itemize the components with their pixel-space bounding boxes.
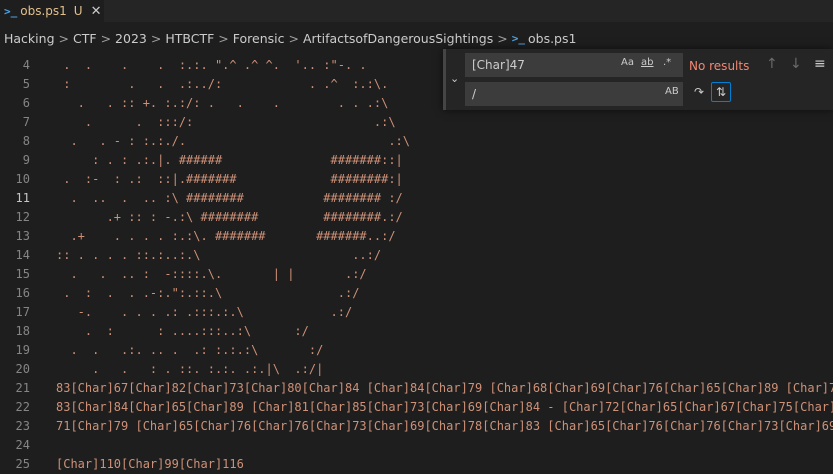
line-number: 23 bbox=[15, 419, 30, 433]
line-text: . : . . .-:.":.::.\ .:/ bbox=[56, 286, 360, 300]
tab-status-badge: U bbox=[73, 4, 83, 18]
code-line[interactable]: 22 83[Char]84[Char]65[Char]89 [Char]81[Ch… bbox=[0, 398, 833, 417]
chevron-right-icon: > bbox=[497, 30, 508, 46]
line-number: 25 bbox=[15, 457, 30, 471]
line-number: 18 bbox=[15, 324, 30, 338]
line-text: :: . . . . ::.:..:.\ ..:/ bbox=[56, 248, 382, 262]
line-number: 16 bbox=[15, 286, 30, 300]
powershell-file-icon: >_ bbox=[4, 4, 18, 18]
whole-word-button[interactable]: ab bbox=[641, 57, 653, 68]
code-line[interactable]: 15 . . .. : -::::.\. | | .:/ bbox=[0, 265, 833, 284]
line-text: : . . .:../: . .^ :.:\. bbox=[56, 77, 389, 91]
code-line[interactable]: 12 .+ :: : -.:\ ######## ########.:/ bbox=[0, 208, 833, 227]
line-text: 71[Char]79 [Char]65[Char]76[Char]76[Char… bbox=[56, 419, 833, 433]
line-text: . . : . ::. :.:. .:.|\ .:/| bbox=[56, 362, 324, 376]
code-line[interactable]: 23 71[Char]79 [Char]65[Char]76[Char]76[Ch… bbox=[0, 417, 833, 436]
line-text: . . . . :.:. ".^ .^ ^. '.. :"-. . bbox=[56, 58, 367, 72]
line-text: . .. . .. :\ ######## ######## :/ bbox=[56, 191, 403, 205]
line-number: 9 bbox=[22, 153, 30, 167]
line-number: 15 bbox=[15, 267, 30, 281]
line-number: 21 bbox=[15, 381, 30, 395]
line-text: . . :: +. :.:/: . . . . . .:\ bbox=[56, 96, 389, 110]
line-number: 6 bbox=[22, 96, 30, 110]
line-number: 19 bbox=[15, 343, 30, 357]
line-text: [Char]110[Char]99[Char]116 bbox=[56, 457, 244, 471]
replace-input[interactable]: / AB bbox=[465, 82, 683, 106]
replace-icon[interactable]: ↷ bbox=[689, 82, 709, 102]
code-line[interactable]: 8 . . - : :.:./. .:\ bbox=[0, 132, 833, 151]
arrow-down-icon[interactable]: ↓ bbox=[790, 56, 802, 72]
replace-all-icon[interactable]: ⇅ bbox=[711, 82, 731, 102]
code-line[interactable]: 19 . . .:. .. . .: :.:.:\ :/ bbox=[0, 341, 833, 360]
code-line[interactable]: 21 83[Char]67[Char]82[Char]73[Char]80[Cha… bbox=[0, 379, 833, 398]
code-line[interactable]: 7 . . :::/: .:\ bbox=[0, 113, 833, 132]
breadcrumb-item-file[interactable]: obs.ps1 bbox=[528, 31, 576, 46]
line-text: .+ . . . . :.:\. ####### #######..:/ bbox=[56, 229, 396, 243]
match-case-button[interactable]: Aa bbox=[621, 57, 634, 68]
preserve-case-button[interactable]: AB bbox=[665, 86, 679, 97]
find-replace-widget: ⌄ [Char]47 Aa ab .* No results ↑ ↓ ≡ / A… bbox=[443, 49, 833, 110]
breadcrumb-item-2023[interactable]: 2023 bbox=[115, 31, 147, 46]
line-number: 22 bbox=[15, 400, 30, 414]
chevron-right-icon: > bbox=[288, 30, 299, 46]
line-text: . . - : :.:./. .:\ bbox=[56, 134, 411, 148]
close-icon[interactable]: ✕ bbox=[91, 4, 102, 19]
line-number: 4 bbox=[22, 58, 30, 72]
code-line[interactable]: 14:: . . . . ::.:..:.\ ..:/ bbox=[0, 246, 833, 265]
line-text: . . :::/: .:\ bbox=[56, 115, 396, 129]
code-line[interactable]: 10 . :- : .: ::|.####### ########:| bbox=[0, 170, 833, 189]
chevron-right-icon: > bbox=[100, 30, 112, 46]
line-number: 20 bbox=[15, 362, 30, 376]
breadcrumb-item-ctf[interactable]: CTF bbox=[73, 31, 97, 46]
breadcrumb-item-artifacts[interactable]: ArtifactsofDangerousSightings bbox=[303, 31, 493, 46]
code-line[interactable]: 13 .+ . . . . :.:\. ####### #######..:/ bbox=[0, 227, 833, 246]
breadcrumb: Hacking > CTF > 2023 > HTBCTF > Forensic… bbox=[0, 28, 833, 48]
code-line[interactable]: 17 -. . . . .: .:::.:.\ .:/ bbox=[0, 303, 833, 322]
code-line[interactable]: 24 bbox=[0, 436, 833, 455]
no-results-text: No results bbox=[689, 59, 750, 73]
line-text: . :- : .: ::|.####### ########:| bbox=[56, 172, 403, 186]
code-line[interactable]: 18 . : : ....:::..:\ :/ bbox=[0, 322, 833, 341]
code-line[interactable]: 20 . . : . ::. :.:. .:.|\ .:/| bbox=[0, 360, 833, 379]
line-number: 12 bbox=[15, 210, 30, 224]
powershell-file-icon: >_ bbox=[511, 31, 525, 45]
line-number: 7 bbox=[22, 115, 30, 129]
regex-button[interactable]: .* bbox=[663, 57, 671, 68]
tab-bar: >_ obs.ps1 U ✕ bbox=[0, 0, 833, 22]
find-input-value: [Char]47 bbox=[472, 58, 525, 72]
replace-input-value: / bbox=[472, 87, 477, 101]
line-text: . . .:. .. . .: :.:.:\ :/ bbox=[56, 343, 324, 357]
chevron-right-icon: > bbox=[218, 30, 229, 46]
line-number: 13 bbox=[15, 229, 30, 243]
line-number: 8 bbox=[22, 134, 30, 148]
code-line[interactable]: 16 . : . . .-:.":.::.\ .:/ bbox=[0, 284, 833, 303]
tab-label: obs.ps1 bbox=[20, 4, 67, 18]
line-text: .+ :: : -.:\ ######## ########.:/ bbox=[56, 210, 403, 224]
line-number: 5 bbox=[22, 77, 30, 91]
code-line[interactable]: 9 : . : .:.|. ###### #######::| bbox=[0, 151, 833, 170]
arrow-up-icon[interactable]: ↑ bbox=[766, 56, 778, 72]
chevron-down-icon[interactable]: ⌄ bbox=[450, 72, 459, 85]
line-number: 24 bbox=[15, 438, 30, 452]
line-text: . . .. : -::::.\. | | .:/ bbox=[56, 267, 367, 281]
breadcrumb-item-forensic[interactable]: Forensic bbox=[233, 31, 285, 46]
line-number: 14 bbox=[15, 248, 30, 262]
line-text: -. . . . .: .:::.:.\ .:/ bbox=[56, 305, 353, 319]
code-line[interactable]: 11 . .. . .. :\ ######## ######## :/ bbox=[0, 189, 833, 208]
line-text: 83[Char]84[Char]65[Char]89 [Char]81[Char… bbox=[56, 400, 833, 414]
find-in-selection-icon[interactable]: ≡ bbox=[814, 56, 826, 72]
chevron-right-icon: > bbox=[58, 30, 69, 46]
chevron-right-icon: > bbox=[150, 30, 162, 46]
code-line[interactable]: 25 [Char]110[Char]99[Char]116 bbox=[0, 455, 833, 474]
tab-obs-ps1[interactable]: >_ obs.ps1 U ✕ bbox=[0, 0, 104, 22]
line-text: 83[Char]67[Char]82[Char]73[Char]80[Char]… bbox=[56, 381, 833, 395]
breadcrumb-item-hacking[interactable]: Hacking bbox=[4, 31, 55, 46]
line-number: 10 bbox=[15, 172, 30, 186]
find-input[interactable]: [Char]47 Aa ab .* bbox=[465, 53, 683, 77]
line-number: 17 bbox=[15, 305, 30, 319]
line-number: 11 bbox=[15, 191, 30, 205]
breadcrumb-item-htbctf[interactable]: HTBCTF bbox=[165, 31, 214, 46]
line-text: . : : ....:::..:\ :/ bbox=[56, 324, 309, 338]
line-text: : . : .:.|. ###### #######::| bbox=[56, 153, 403, 167]
